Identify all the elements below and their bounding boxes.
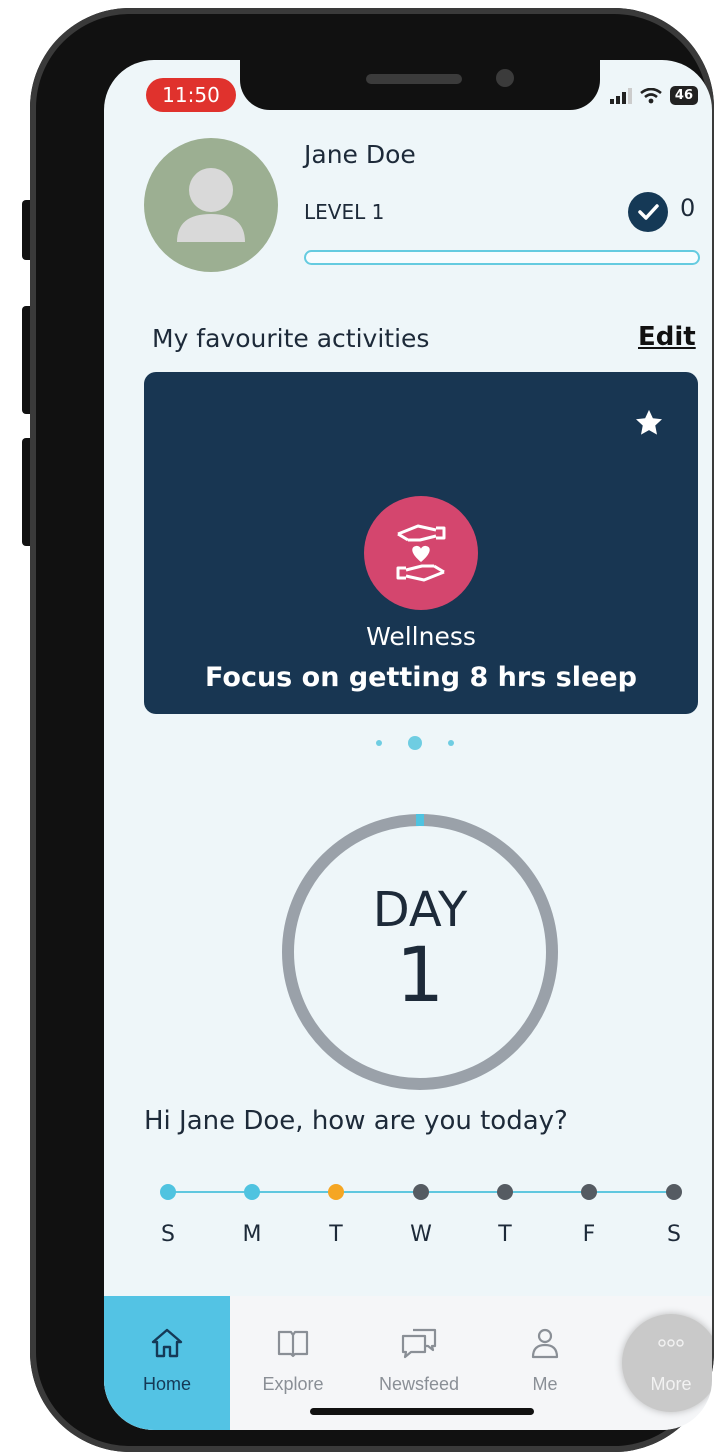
wifi-icon (640, 87, 662, 103)
user-silhouette-icon (177, 168, 245, 242)
weekday-label: M (242, 1222, 262, 1247)
notch (240, 60, 600, 110)
tab-home[interactable]: Home (104, 1296, 230, 1430)
check-badge-icon (628, 192, 668, 232)
tab-home-label: Home (142, 1374, 191, 1394)
edit-favourites-link[interactable]: Edit (638, 322, 696, 352)
status-time: 11:50 (146, 78, 236, 112)
weekday-label: W (410, 1222, 432, 1247)
level-progress-bar (304, 250, 700, 265)
chat-bubbles-icon (401, 1328, 437, 1359)
points-count: 0 (680, 194, 696, 222)
page-dot[interactable] (376, 740, 382, 746)
tab-explore[interactable]: Explore (230, 1296, 356, 1430)
favourites-title: My favourite activities (152, 324, 430, 353)
weekday-label: T (329, 1222, 343, 1247)
user-icon (531, 1328, 559, 1359)
activity-card[interactable]: Wellness Focus on getting 8 hrs sleep (144, 372, 698, 714)
tab-newsfeed[interactable]: Newsfeed (356, 1296, 482, 1430)
phone-frame: 11:50 46 Jane Doe LEVEL 1 0 My favourite… (30, 8, 714, 1452)
activity-description: Focus on getting 8 hrs sleep (205, 662, 637, 693)
app-screen: 11:50 46 Jane Doe LEVEL 1 0 My favourite… (104, 60, 712, 1430)
status-icons: 46 (609, 86, 698, 105)
tab-me-label: Me (532, 1374, 558, 1394)
carousel-pagination (376, 736, 454, 750)
tab-more[interactable]: More (608, 1296, 712, 1430)
week-dot-thu[interactable] (497, 1184, 513, 1200)
tab-newsfeed-label: Newsfeed (378, 1374, 460, 1394)
week-dot-tue[interactable] (328, 1184, 344, 1200)
caring-hands-heart-icon (364, 496, 478, 610)
speaker (366, 74, 462, 84)
bottom-tab-bar: Home Explore Newsfeed Me More (104, 1296, 712, 1430)
book-icon (277, 1330, 309, 1358)
star-icon[interactable] (634, 408, 664, 438)
front-camera (496, 69, 514, 87)
week-dot-sat[interactable] (666, 1184, 682, 1200)
more-icon (658, 1339, 684, 1347)
weekday-label: S (667, 1222, 681, 1247)
page-dot[interactable] (448, 740, 454, 746)
week-dot-fri[interactable] (581, 1184, 597, 1200)
battery-indicator: 46 (669, 86, 698, 105)
profile-level: LEVEL 1 (304, 200, 385, 224)
tab-explore-label: Explore (262, 1374, 324, 1394)
week-dot-sun[interactable] (160, 1184, 176, 1200)
week-dot-mon[interactable] (244, 1184, 260, 1200)
weekday-label: F (582, 1222, 596, 1247)
week-dot-wed[interactable] (413, 1184, 429, 1200)
activity-category: Wellness (366, 622, 476, 651)
page-dot-active[interactable] (408, 736, 422, 750)
avatar[interactable] (144, 138, 278, 272)
weekday-label: T (498, 1222, 512, 1247)
home-icon (151, 1328, 183, 1358)
cellular-signal-icon (609, 87, 632, 104)
tab-more-label: More (650, 1374, 692, 1394)
day-number: 1 (395, 930, 445, 1019)
profile-name: Jane Doe (304, 140, 416, 169)
greeting-text: Hi Jane Doe, how are you today? (144, 1106, 568, 1136)
weekday-label: S (161, 1222, 175, 1247)
tab-me[interactable]: Me (482, 1296, 608, 1430)
